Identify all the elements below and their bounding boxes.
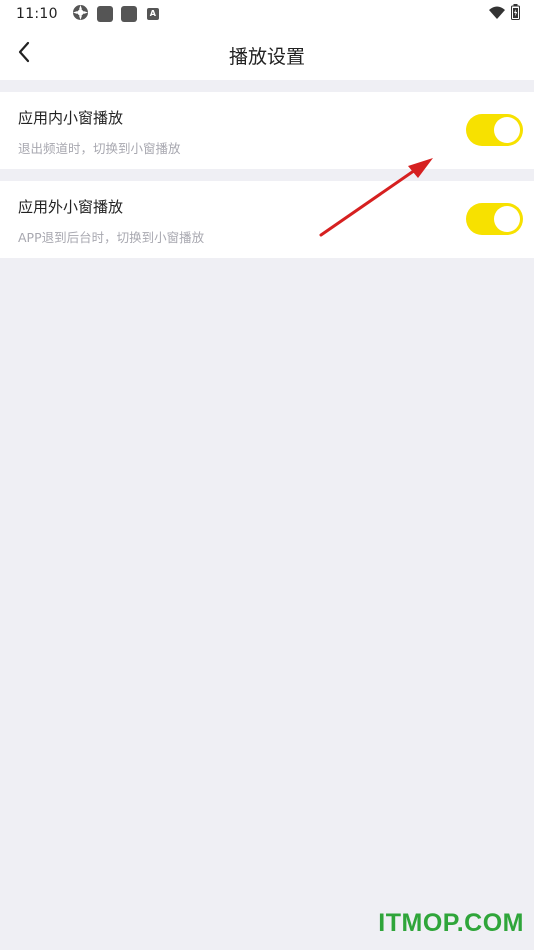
setting-title: 应用内小窗播放 bbox=[18, 109, 124, 127]
setting-in-app-pip: 应用内小窗播放 退出频道时，切换到小窗播放 bbox=[0, 92, 534, 169]
in-app-pip-toggle[interactable] bbox=[466, 114, 523, 146]
watermark: ITMOP.COM bbox=[378, 909, 524, 937]
out-app-pip-toggle[interactable] bbox=[466, 203, 523, 235]
setting-out-app-pip: 应用外小窗播放 APP退到后台时，切换到小窗播放 bbox=[0, 181, 534, 258]
setting-title: 应用外小窗播放 bbox=[18, 198, 124, 216]
setting-description: 退出频道时，切换到小窗播放 bbox=[18, 141, 181, 156]
toggle-knob bbox=[494, 117, 520, 143]
wifi-icon bbox=[489, 5, 505, 24]
app-icon bbox=[120, 6, 137, 22]
status-time: 11:10 bbox=[16, 6, 58, 22]
toggle-knob bbox=[494, 206, 520, 232]
battery-icon bbox=[511, 4, 520, 24]
settings-icon bbox=[72, 4, 89, 25]
status-notification-icons: A bbox=[72, 4, 159, 25]
status-bar: 11:10 A bbox=[0, 0, 534, 28]
app-icon bbox=[96, 6, 113, 22]
a-icon: A bbox=[146, 8, 159, 20]
nav-bar: 播放设置 bbox=[0, 28, 534, 80]
setting-description: APP退到后台时，切换到小窗播放 bbox=[18, 230, 205, 245]
page-title: 播放设置 bbox=[228, 46, 305, 68]
